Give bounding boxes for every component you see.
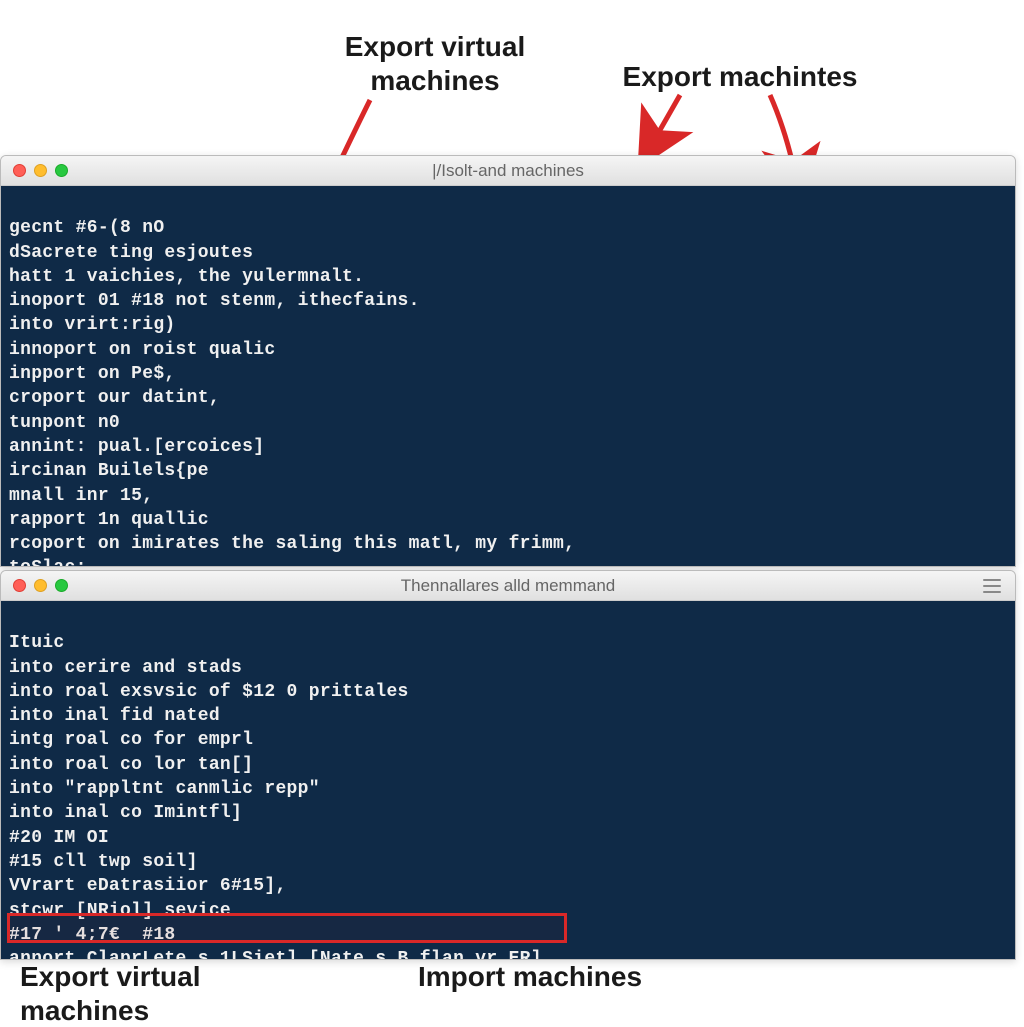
traffic-lights-2 (1, 579, 68, 592)
annotation-export-virtual-machines-top: Export virtualmachines (305, 30, 565, 97)
terminal-line: #20 IM OI (9, 828, 109, 848)
terminal-line: croport our datint, (9, 388, 220, 408)
terminal-line: rcoport on imirates the saling this matl… (9, 534, 575, 554)
terminal-line: mnall inr 15, (9, 486, 153, 506)
terminal-line: Ituic (9, 633, 65, 653)
terminal-line: into vrirt:rig) (9, 315, 176, 335)
terminal-line: rapport 1n quallic (9, 510, 209, 530)
maximize-icon[interactable] (55, 164, 68, 177)
highlight-box (7, 913, 567, 943)
window-title-1: |/Isolt-and machines (432, 161, 584, 181)
menu-icon[interactable] (983, 579, 1001, 593)
terminal-line: #15 cll twp soil] (9, 852, 198, 872)
terminal-body-1[interactable]: gecnt #6-(8 nO dSacrete ting esjoutes ha… (1, 186, 1015, 566)
terminal-line: innoport on roist qualic (9, 340, 275, 360)
window-title-2: Thennallares alld memmand (401, 576, 616, 596)
annotation-import-machines: Import machines (400, 960, 660, 994)
terminal-line: into roal co lor tan[] (9, 755, 253, 775)
annotation-export-machintes: Export machintes (590, 60, 890, 94)
terminal-line: into inal fid nated (9, 706, 220, 726)
terminal-window-1[interactable]: |/Isolt-and machines gecnt #6-(8 nO dSac… (0, 155, 1016, 567)
traffic-lights-1 (1, 164, 68, 177)
terminal-line: into "rappltnt canmlic repp" (9, 779, 320, 799)
terminal-line: tunpont n0 (9, 413, 120, 433)
terminal-line: into cerire and stads (9, 658, 242, 678)
close-icon[interactable] (13, 579, 26, 592)
terminal-line: into inal co Imintfl] (9, 803, 242, 823)
terminal-line: gecnt #6-(8 nO (9, 218, 164, 238)
terminal-line: inoport 01 #18 not stenm, ithecfains. (9, 291, 420, 311)
maximize-icon[interactable] (55, 579, 68, 592)
terminal-line: VVrart eDatrasiior 6#15], (9, 876, 287, 896)
terminal-window-2[interactable]: Thennallares alld memmand Ituic into cer… (0, 570, 1016, 960)
terminal-line: toSlac: (9, 558, 98, 567)
terminal-body-2[interactable]: Ituic into cerire and stads into roal ex… (1, 601, 1015, 959)
titlebar-1[interactable]: |/Isolt-and machines (1, 156, 1015, 186)
terminal-line: intg roal co for emprl (9, 730, 253, 750)
terminal-line: hatt 1 vaichies, the yulermnalt. (9, 267, 364, 287)
annotation-export-virtual-machines-bottom: Export virtual machines (20, 960, 320, 1027)
close-icon[interactable] (13, 164, 26, 177)
terminal-line: ircinan Builels{pe (9, 461, 209, 481)
minimize-icon[interactable] (34, 579, 47, 592)
terminal-line: dSacrete ting esjoutes (9, 243, 253, 263)
terminal-line: annort ClaprLete s 1LSiet],[Nate s B fla… (9, 949, 553, 960)
terminal-line: inpport on Pe$, (9, 364, 176, 384)
minimize-icon[interactable] (34, 164, 47, 177)
terminal-line: into roal exsvsic of $12 0 prittales (9, 682, 409, 702)
terminal-line: annint: pual.[ercoices] (9, 437, 264, 457)
titlebar-2[interactable]: Thennallares alld memmand (1, 571, 1015, 601)
